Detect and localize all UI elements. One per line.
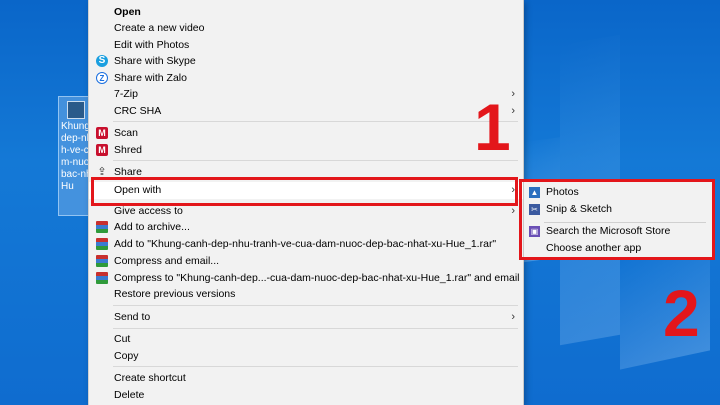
menu-item-add-to-rar[interactable]: Add to "Khung-canh-dep-nhu-tranh-ve-cua-… bbox=[89, 236, 523, 253]
menu-item-compress-to-rar-email[interactable]: Compress to "Khung-canh-dep...-cua-dam-n… bbox=[89, 270, 523, 287]
menu-item-shred[interactable]: M Shred bbox=[89, 142, 523, 159]
step-2-label: 2 bbox=[663, 276, 700, 350]
winrar-icon bbox=[96, 238, 108, 250]
menu-item-label: Copy bbox=[114, 350, 139, 362]
skype-icon: S bbox=[96, 55, 108, 67]
menu-item-label: Create shortcut bbox=[114, 372, 186, 384]
menu-item-label: Delete bbox=[114, 389, 145, 401]
menu-item-7zip[interactable]: 7-Zip › bbox=[89, 86, 523, 103]
menu-item-delete[interactable]: Delete bbox=[89, 387, 523, 404]
mcafee-icon: M bbox=[96, 144, 108, 156]
menu-separator bbox=[113, 160, 518, 161]
menu-item-edit-photos[interactable]: Edit with Photos bbox=[89, 37, 523, 54]
menu-item-cut[interactable]: Cut bbox=[89, 331, 523, 348]
winrar-icon bbox=[96, 221, 108, 233]
menu-item-label: 7-Zip bbox=[114, 88, 138, 100]
menu-item-label: Create a new video bbox=[114, 22, 205, 34]
menu-item-label: Shred bbox=[114, 144, 143, 156]
menu-separator bbox=[113, 328, 518, 329]
menu-item-send-to[interactable]: Send to › bbox=[89, 309, 523, 326]
chevron-right-icon: › bbox=[511, 311, 515, 323]
menu-item-create-shortcut[interactable]: Create shortcut bbox=[89, 370, 523, 387]
mcafee-icon: M bbox=[96, 127, 108, 139]
chevron-right-icon: › bbox=[511, 88, 515, 100]
menu-item-restore-versions[interactable]: Restore previous versions bbox=[89, 286, 523, 303]
menu-item-label: Add to archive... bbox=[114, 221, 190, 233]
menu-item-create-video[interactable]: Create a new video bbox=[89, 20, 523, 37]
winrar-icon bbox=[96, 272, 108, 284]
menu-item-label: Share with Skype bbox=[114, 55, 196, 67]
menu-item-label: Restore previous versions bbox=[114, 288, 236, 300]
menu-item-open[interactable]: Open bbox=[89, 4, 523, 21]
menu-separator bbox=[113, 121, 518, 122]
menu-item-label: Edit with Photos bbox=[114, 39, 190, 51]
menu-item-label: CRC SHA bbox=[114, 105, 162, 117]
menu-item-crc-sha[interactable]: CRC SHA › bbox=[89, 103, 523, 120]
menu-item-label: Compress and email... bbox=[114, 255, 220, 267]
menu-item-scan[interactable]: M Scan bbox=[89, 125, 523, 142]
chevron-right-icon: › bbox=[511, 105, 515, 117]
highlight-box-open-with bbox=[91, 177, 518, 206]
menu-item-compress-email[interactable]: Compress and email... bbox=[89, 253, 523, 270]
menu-item-label: Scan bbox=[114, 127, 138, 139]
menu-separator bbox=[113, 366, 518, 367]
menu-item-share-zalo[interactable]: Z Share with Zalo bbox=[89, 70, 523, 87]
zalo-icon: Z bbox=[96, 72, 108, 84]
winrar-icon bbox=[96, 255, 108, 267]
step-1-label: 1 bbox=[474, 90, 511, 164]
menu-item-label: Open bbox=[114, 6, 141, 18]
menu-item-label: Add to "Khung-canh-dep-nhu-tranh-ve-cua-… bbox=[114, 238, 497, 250]
menu-item-label: Compress to "Khung-canh-dep...-cua-dam-n… bbox=[114, 272, 520, 284]
menu-item-label: Cut bbox=[114, 333, 131, 345]
menu-item-label: Send to bbox=[114, 311, 151, 323]
image-thumbnail-icon bbox=[67, 101, 85, 119]
highlight-box-submenu bbox=[519, 179, 715, 260]
menu-separator bbox=[113, 305, 518, 306]
menu-item-label: Share with Zalo bbox=[114, 72, 187, 84]
menu-item-share-skype[interactable]: S Share with Skype bbox=[89, 53, 523, 70]
menu-item-add-archive[interactable]: Add to archive... bbox=[89, 219, 523, 236]
menu-item-copy[interactable]: Copy bbox=[89, 348, 523, 365]
